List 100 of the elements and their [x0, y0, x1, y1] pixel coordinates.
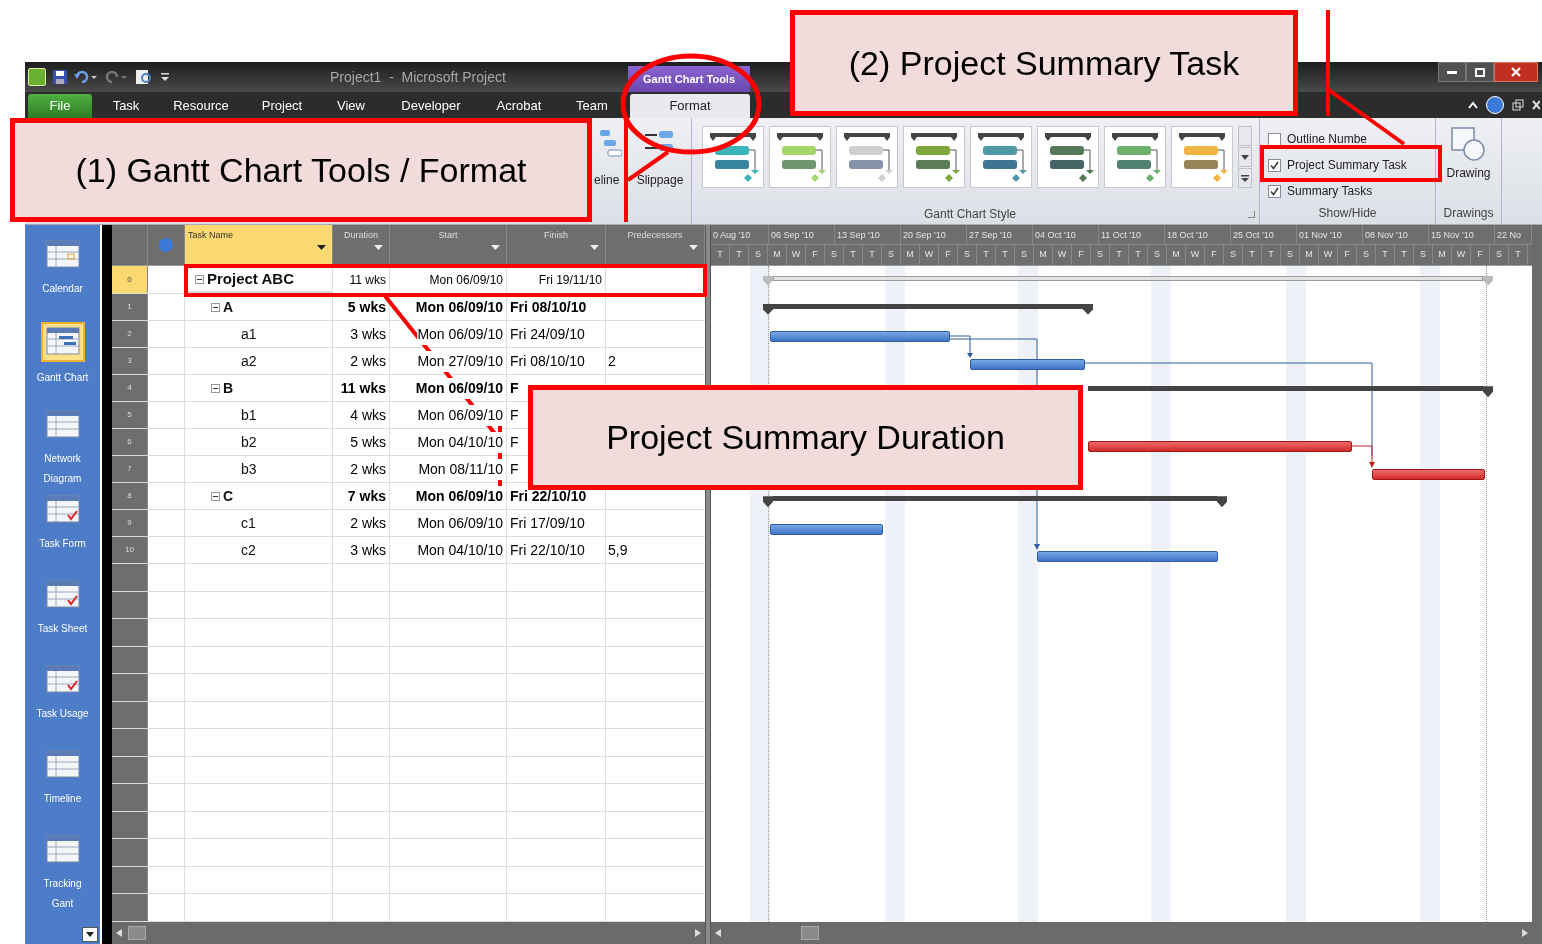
caret-icon: [1241, 154, 1249, 160]
checkbox-label[interactable]: Outline Numbe: [1287, 130, 1368, 148]
checkbox[interactable]: [1268, 132, 1281, 146]
row-header-cell: [112, 674, 148, 701]
ribbon-tab[interactable]: Team: [556, 94, 628, 118]
gantt-style-swatch[interactable]: [1037, 126, 1099, 188]
view-button[interactable]: Tracking Gant: [25, 832, 100, 917]
summary-bar[interactable]: [1088, 386, 1493, 398]
info-icon: [159, 238, 173, 252]
task-bar[interactable]: [1372, 468, 1485, 480]
gallery-more-button[interactable]: [1238, 168, 1252, 188]
horizontal-scrollbar[interactable]: [112, 922, 705, 944]
print-preview-icon[interactable]: [134, 69, 154, 85]
ribbon-tab[interactable]: Developer: [380, 94, 482, 118]
minimize-button[interactable]: [1438, 62, 1466, 82]
table-icon: [45, 410, 80, 440]
vertical-scrollbar[interactable]: [1532, 225, 1542, 944]
ribbon-tab[interactable]: Task: [92, 94, 160, 118]
day-label: S: [1287, 248, 1293, 262]
view-button[interactable]: Timeline: [25, 747, 100, 832]
row-number[interactable]: 7: [112, 456, 148, 483]
task-bar[interactable]: [1088, 441, 1352, 453]
row-header-cell: [112, 784, 148, 811]
project-summary-bar[interactable]: [763, 275, 1493, 286]
summary-bar[interactable]: [763, 496, 1227, 508]
scroll-left-icon[interactable]: [116, 929, 122, 937]
scroll-right-icon[interactable]: [1522, 929, 1528, 937]
ribbon-tab[interactable]: View: [322, 94, 380, 118]
gantt-style-swatch[interactable]: [1171, 126, 1233, 188]
task-bar[interactable]: [970, 358, 1085, 370]
predecessors-cell-text: 5,9: [608, 540, 628, 560]
collapse-toggle[interactable]: [211, 491, 220, 501]
row-number[interactable]: 0: [112, 266, 148, 294]
ribbon-tab[interactable]: Project: [242, 94, 322, 118]
view-button[interactable]: Network Diagram: [25, 407, 100, 492]
row-number[interactable]: 1: [112, 294, 148, 321]
checkbox-label[interactable]: Summary Tasks: [1287, 182, 1373, 200]
dialog-launcher-icon[interactable]: [1248, 210, 1255, 218]
drawing-button[interactable]: Drawing: [1446, 126, 1491, 182]
customize-toolbar-icon[interactable]: [160, 71, 170, 83]
collapse-toggle[interactable]: [211, 383, 220, 393]
gallery-down-button[interactable]: [1238, 147, 1252, 167]
horizontal-scrollbar[interactable]: [711, 922, 1532, 944]
checkbox[interactable]: [1268, 184, 1281, 198]
row-number[interactable]: 6: [112, 429, 148, 456]
gantt-style-swatch[interactable]: [836, 126, 898, 188]
checkbox[interactable]: [1268, 158, 1281, 172]
save-icon[interactable]: [52, 69, 68, 85]
view-button[interactable]: Calendar: [25, 237, 100, 322]
collapse-ribbon-icon[interactable]: [1468, 101, 1478, 109]
task-bar[interactable]: [1037, 551, 1218, 563]
filter-caret-icon[interactable]: [317, 245, 326, 250]
scrollbar-thumb[interactable]: [801, 926, 819, 940]
row-number[interactable]: 5: [112, 402, 148, 429]
task-bar[interactable]: [770, 331, 950, 343]
column-header[interactable]: Task Name: [185, 225, 333, 265]
checkbox-label[interactable]: Project Summary Task: [1287, 156, 1407, 174]
gantt-style-swatch[interactable]: [970, 126, 1032, 188]
more-views-button[interactable]: [82, 927, 98, 942]
slippage-button[interactable]: Slippage: [636, 171, 684, 189]
row-number[interactable]: 9: [112, 510, 148, 537]
day-label: F: [812, 248, 818, 262]
column-header[interactable]: Start: [390, 225, 507, 265]
close-button[interactable]: [1494, 62, 1538, 82]
undo-icon[interactable]: [74, 69, 98, 85]
scrollbar-thumb[interactable]: [128, 926, 146, 940]
restore-button[interactable]: [1466, 62, 1494, 82]
day-label: F: [1078, 248, 1084, 262]
column-header[interactable]: Finish: [507, 225, 606, 265]
redo-icon[interactable]: [104, 69, 128, 85]
gantt-style-swatch[interactable]: [903, 126, 965, 188]
gantt-style-swatch[interactable]: [702, 126, 764, 188]
gantt-style-swatch[interactable]: [1104, 126, 1166, 188]
row-number[interactable]: 3: [112, 348, 148, 375]
row-number[interactable]: 4: [112, 375, 148, 402]
help-icon[interactable]: [1486, 96, 1504, 114]
row-number[interactable]: 2: [112, 321, 148, 348]
collapse-toggle[interactable]: [195, 275, 204, 285]
scroll-left-icon[interactable]: [715, 929, 721, 937]
column-header[interactable]: Duration: [333, 225, 390, 265]
task-bar[interactable]: [770, 523, 883, 535]
task-name: b1: [241, 405, 257, 425]
day-label: T: [1268, 248, 1274, 262]
collapse-toggle[interactable]: [211, 302, 220, 312]
close-icon[interactable]: [1532, 100, 1540, 110]
scroll-right-icon[interactable]: [695, 929, 701, 937]
gantt-style-swatch[interactable]: [769, 126, 831, 188]
ribbon-tab[interactable]: File: [28, 94, 92, 118]
ribbon-tab[interactable]: Format: [630, 94, 750, 118]
view-button[interactable]: Task Form: [25, 492, 100, 577]
summary-bar[interactable]: [763, 303, 1093, 315]
view-button[interactable]: Task Usage: [25, 662, 100, 747]
row-number[interactable]: 10: [112, 537, 148, 564]
view-button[interactable]: Gantt Chart: [25, 322, 100, 407]
group-label: Drawings: [1443, 205, 1494, 222]
restore-window-icon[interactable]: [1512, 99, 1524, 111]
row-number[interactable]: 8: [112, 483, 148, 510]
view-button[interactable]: Task Sheet: [25, 577, 100, 662]
ribbon-tab[interactable]: Acrobat: [482, 94, 556, 118]
ribbon-tab[interactable]: Resource: [160, 94, 242, 118]
